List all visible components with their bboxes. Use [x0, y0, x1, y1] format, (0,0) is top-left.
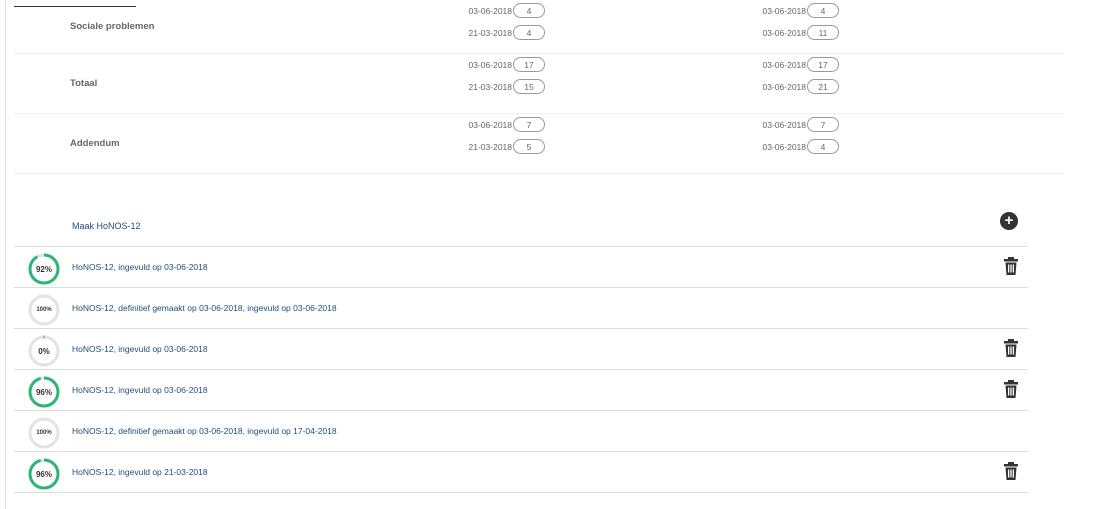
score-value-badge: 21	[807, 79, 839, 94]
score-entry: 03-06-2018 4	[452, 2, 545, 19]
progress-ring: 100%	[28, 294, 60, 326]
trash-icon[interactable]	[1004, 339, 1018, 357]
progress-percent: 100%	[36, 430, 52, 436]
score-value-badge: 15	[513, 79, 545, 94]
progress-percent: 92%	[35, 264, 52, 274]
progress-percent: 0%	[38, 346, 50, 356]
score-date: 03-06-2018	[762, 5, 806, 16]
progress-ring: 96%	[28, 458, 60, 490]
score-value-badge: 4	[513, 25, 545, 40]
questionnaire-row: 0% HoNOS-12, ingevuld op 03-06-2018	[14, 329, 1028, 370]
score-column-1: 03-06-2018 4 21-03-2018 4	[452, 2, 545, 46]
questionnaire-link[interactable]: HoNOS-12, ingevuld op 21-03-2018	[72, 467, 208, 477]
score-label: Addendum	[70, 138, 120, 149]
questionnaire-row: 100% HoNOS-12, definitief gemaakt op 03-0…	[14, 411, 1028, 452]
questionnaire-link[interactable]: HoNOS-12, definitief gemaakt op 03-06-20…	[72, 303, 337, 313]
questionnaire-row: 100% HoNOS-12, definitief gemaakt op 03-0…	[14, 288, 1028, 329]
score-column-1: 03-06-2018 7 21-03-2018 5	[452, 116, 545, 160]
score-date: 03-06-2018	[762, 27, 806, 38]
score-entry: 21-03-2018 15	[452, 78, 545, 95]
score-column-2: 03-06-2018 4 03-06-2018 11	[746, 2, 839, 46]
questionnaire-link[interactable]: HoNOS-12, ingevuld op 03-06-2018	[72, 344, 208, 354]
create-honos-link[interactable]: Maak HoNOS-12	[72, 221, 141, 231]
score-row: Addendum 03-06-2018 7 21-03-2018 5 03-06-2018…	[14, 114, 1064, 174]
score-date: 21-03-2018	[468, 141, 512, 152]
score-column-2: 03-06-2018 17 03-06-2018 21	[746, 56, 839, 100]
panel-left-border	[5, 0, 6, 509]
score-value-badge: 7	[807, 117, 839, 132]
score-row: Sociale problemen 03-06-2018 4 21-03-2018 4 0…	[14, 0, 1064, 54]
score-entry: 03-06-2018 17	[746, 56, 839, 73]
score-value-badge: 17	[807, 57, 839, 72]
progress-ring: 100%	[28, 417, 60, 449]
progress-percent: 100%	[36, 307, 52, 313]
questionnaire-row: 92% HoNOS-12, ingevuld op 03-06-2018	[14, 247, 1028, 288]
questionnaire-row: 96% HoNOS-12, ingevuld op 21-03-2018	[14, 452, 1028, 493]
score-entry: 03-06-2018 7	[452, 116, 545, 133]
score-date: 03-06-2018	[762, 81, 806, 92]
trash-icon[interactable]	[1004, 462, 1018, 480]
score-value-badge: 11	[807, 25, 839, 40]
score-date: 03-06-2018	[468, 119, 512, 130]
score-entry: 03-06-2018 4	[746, 2, 839, 19]
score-date: 03-06-2018	[762, 119, 806, 130]
score-date: 03-06-2018	[468, 59, 512, 70]
score-date: 03-06-2018	[468, 5, 512, 16]
progress-ring: 96%	[28, 376, 60, 408]
progress-percent: 96%	[35, 387, 52, 397]
score-row: Totaal 03-06-2018 17 21-03-2018 15 03-06-2018…	[14, 54, 1064, 114]
progress-ring: 0%	[28, 335, 60, 367]
score-entry: 03-06-2018 4	[746, 138, 839, 155]
score-value-badge: 5	[513, 139, 545, 154]
score-entry: 21-03-2018 4	[452, 24, 545, 41]
trash-icon[interactable]	[1004, 380, 1018, 398]
trash-icon[interactable]	[1004, 257, 1018, 275]
create-row: Maak HoNOS-12 +	[14, 206, 1028, 247]
questionnaire-link[interactable]: HoNOS-12, ingevuld op 03-06-2018	[72, 262, 208, 272]
score-entry: 03-06-2018 11	[746, 24, 839, 41]
score-date: 03-06-2018	[762, 59, 806, 70]
progress-ring: 92%	[28, 253, 60, 285]
score-value-badge: 17	[513, 57, 545, 72]
score-label: Totaal	[70, 78, 98, 89]
score-entry: 03-06-2018 21	[746, 78, 839, 95]
questionnaire-link[interactable]: HoNOS-12, ingevuld op 03-06-2018	[72, 385, 208, 395]
score-date: 21-03-2018	[468, 81, 512, 92]
plus-circle-icon[interactable]: +	[1000, 212, 1018, 230]
score-value-badge: 4	[513, 3, 545, 18]
score-entry: 21-03-2018 5	[452, 138, 545, 155]
questionnaire-row: 96% HoNOS-12, ingevuld op 03-06-2018	[14, 370, 1028, 411]
score-entry: 03-06-2018 17	[452, 56, 545, 73]
score-value-badge: 4	[807, 139, 839, 154]
score-column-1: 03-06-2018 17 21-03-2018 15	[452, 56, 545, 100]
score-column-2: 03-06-2018 7 03-06-2018 4	[746, 116, 839, 160]
score-label: Sociale problemen	[70, 21, 155, 32]
questionnaire-link[interactable]: HoNOS-12, definitief gemaakt op 03-06-20…	[72, 426, 337, 436]
score-value-badge: 7	[513, 117, 545, 132]
progress-percent: 96%	[35, 469, 52, 479]
score-value-badge: 4	[807, 3, 839, 18]
score-entry: 03-06-2018 7	[746, 116, 839, 133]
score-date: 21-03-2018	[468, 27, 512, 38]
score-date: 03-06-2018	[762, 141, 806, 152]
